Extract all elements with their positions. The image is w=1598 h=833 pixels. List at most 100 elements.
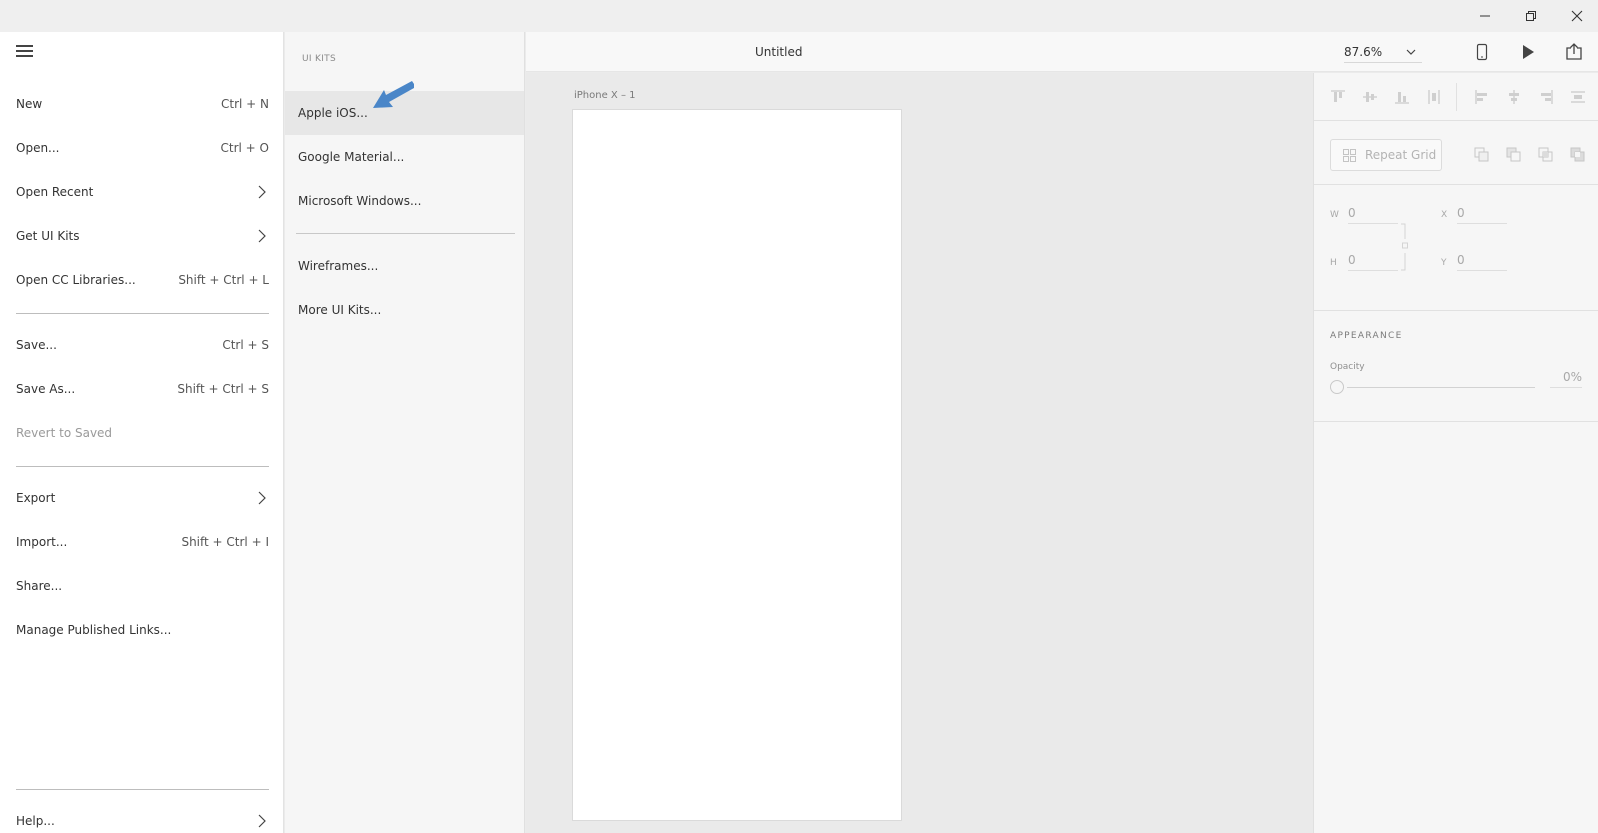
- opacity-slider-track[interactable]: [1347, 387, 1535, 388]
- property-inspector: Repeat Grid W 0 X 0 H 0 Y 0 APPEARANCE O…: [1313, 73, 1598, 833]
- menu-item-import[interactable]: Import... Shift + Ctrl + I: [16, 532, 269, 552]
- chevron-right-icon: [258, 814, 266, 828]
- grid-icon: [1343, 148, 1356, 162]
- menu-item-label: Get UI Kits: [16, 229, 80, 243]
- chevron-right-icon: [258, 491, 266, 505]
- design-canvas[interactable]: iPhone X – 1: [526, 73, 1313, 833]
- width-label: W: [1330, 210, 1339, 220]
- transform-section: [1314, 185, 1598, 311]
- height-label: H: [1330, 258, 1337, 268]
- menu-divider: [16, 313, 269, 314]
- align-section: [1314, 73, 1598, 121]
- align-right-icon[interactable]: [1538, 89, 1554, 105]
- chevron-right-icon: [258, 229, 266, 243]
- submenu-item-wireframes[interactable]: Wireframes...: [285, 244, 524, 288]
- opacity-label: Opacity: [1330, 362, 1365, 372]
- share-button[interactable]: [1564, 42, 1584, 62]
- submenu-header: UI KITS: [302, 54, 336, 64]
- appearance-title: APPEARANCE: [1330, 331, 1403, 341]
- menu-item-get-ui-kits[interactable]: Get UI Kits: [16, 226, 269, 246]
- boolean-exclude-icon[interactable]: [1570, 147, 1586, 163]
- menu-item-label: Share...: [16, 579, 63, 593]
- submenu-item-label: Wireframes...: [298, 259, 379, 273]
- submenu-item-label: Google Material...: [298, 150, 405, 164]
- align-center-icon[interactable]: [1506, 89, 1522, 105]
- menu-item-label: Open CC Libraries...: [16, 273, 136, 287]
- opacity-input[interactable]: 0%: [1550, 370, 1582, 388]
- align-left-icon[interactable]: [1474, 89, 1490, 105]
- menu-item-label: Import...: [16, 535, 68, 549]
- device-preview-button[interactable]: [1472, 42, 1492, 62]
- restore-icon: [1526, 11, 1536, 21]
- submenu-item-more-ui-kits[interactable]: More UI Kits...: [285, 288, 524, 332]
- x-input[interactable]: 0: [1457, 206, 1507, 224]
- close-button[interactable]: [1554, 0, 1598, 32]
- lock-aspect-icon[interactable]: [1400, 223, 1410, 273]
- play-button[interactable]: [1518, 42, 1538, 62]
- submenu-item-microsoft-windows[interactable]: Microsoft Windows...: [285, 179, 524, 223]
- width-input[interactable]: 0: [1348, 206, 1398, 224]
- menu-item-shortcut: Shift + Ctrl + L: [178, 273, 269, 287]
- annotation-arrow-icon: [373, 81, 414, 108]
- align-top-icon[interactable]: [1330, 89, 1346, 105]
- artboard-label[interactable]: iPhone X – 1: [574, 90, 636, 101]
- menu-item-revert-to-saved: Revert to Saved: [16, 423, 269, 443]
- y-input[interactable]: 0: [1457, 253, 1507, 271]
- boolean-add-icon[interactable]: [1474, 147, 1490, 163]
- menu-item-open-recent[interactable]: Open Recent: [16, 182, 269, 202]
- minimize-button[interactable]: [1462, 0, 1508, 32]
- x-label: X: [1441, 210, 1448, 220]
- menu-item-save-as[interactable]: Save As... Shift + Ctrl + S: [16, 379, 269, 399]
- menu-item-export[interactable]: Export: [16, 488, 269, 508]
- main-menu: New Ctrl + N Open... Ctrl + O Open Recen…: [0, 32, 284, 833]
- share-icon: [1566, 43, 1582, 60]
- repeat-grid-button[interactable]: Repeat Grid: [1330, 139, 1442, 171]
- ui-kits-submenu: UI KITS Apple iOS... Google Material... …: [285, 32, 525, 833]
- menu-item-label: Save As...: [16, 382, 76, 396]
- chevron-right-icon: [258, 185, 266, 199]
- submenu-divider: [296, 233, 515, 234]
- distribute-horizontal-icon[interactable]: [1570, 89, 1586, 105]
- restore-button[interactable]: [1508, 0, 1554, 32]
- document-header: Untitled 87.6%: [526, 32, 1598, 72]
- menu-divider: [16, 789, 269, 790]
- submenu-item-label: More UI Kits...: [298, 303, 382, 317]
- close-icon: [1571, 10, 1583, 22]
- device-preview-icon: [1476, 43, 1488, 61]
- height-input[interactable]: 0: [1348, 253, 1398, 271]
- menu-item-shortcut: Ctrl + N: [220, 97, 269, 111]
- menu-item-new[interactable]: New Ctrl + N: [16, 94, 269, 114]
- menu-item-shortcut: Ctrl + O: [220, 141, 269, 155]
- menu-item-open[interactable]: Open... Ctrl + O: [16, 138, 269, 158]
- menu-item-open-cc-libraries[interactable]: Open CC Libraries... Shift + Ctrl + L: [16, 270, 269, 290]
- menu-item-shortcut: Shift + Ctrl + I: [181, 535, 269, 549]
- align-bottom-icon[interactable]: [1394, 89, 1410, 105]
- submenu-item-label: Microsoft Windows...: [298, 194, 422, 208]
- repeat-grid-label: Repeat Grid: [1365, 148, 1437, 162]
- menu-item-manage-published-links[interactable]: Manage Published Links...: [16, 620, 269, 640]
- menu-item-share[interactable]: Share...: [16, 576, 269, 596]
- boolean-subtract-icon[interactable]: [1506, 147, 1522, 163]
- align-middle-icon[interactable]: [1362, 89, 1378, 105]
- menu-item-shortcut: Shift + Ctrl + S: [177, 382, 269, 396]
- menu-item-label: Save...: [16, 338, 57, 352]
- menu-item-save[interactable]: Save... Ctrl + S: [16, 335, 269, 355]
- submenu-item-google-material[interactable]: Google Material...: [285, 135, 524, 179]
- menu-item-shortcut: Ctrl + S: [222, 338, 269, 352]
- document-title: Untitled: [755, 45, 803, 59]
- chevron-down-icon: [1406, 49, 1416, 55]
- artboard[interactable]: [572, 109, 902, 821]
- boolean-intersect-icon[interactable]: [1538, 147, 1554, 163]
- menu-divider: [16, 466, 269, 467]
- zoom-value: 87.6%: [1344, 44, 1383, 59]
- zoom-dropdown[interactable]: 87.6%: [1344, 41, 1422, 63]
- opacity-slider-handle[interactable]: [1330, 380, 1344, 394]
- toolbar-divider: [1456, 83, 1457, 111]
- minimize-icon: [1480, 15, 1490, 17]
- menu-item-label: Open...: [16, 141, 60, 155]
- menu-item-help[interactable]: Help...: [16, 811, 269, 831]
- menu-item-label: Manage Published Links...: [16, 623, 172, 637]
- title-bar: [0, 0, 1598, 32]
- hamburger-menu-icon[interactable]: [16, 45, 34, 59]
- distribute-vertical-icon[interactable]: [1426, 89, 1442, 105]
